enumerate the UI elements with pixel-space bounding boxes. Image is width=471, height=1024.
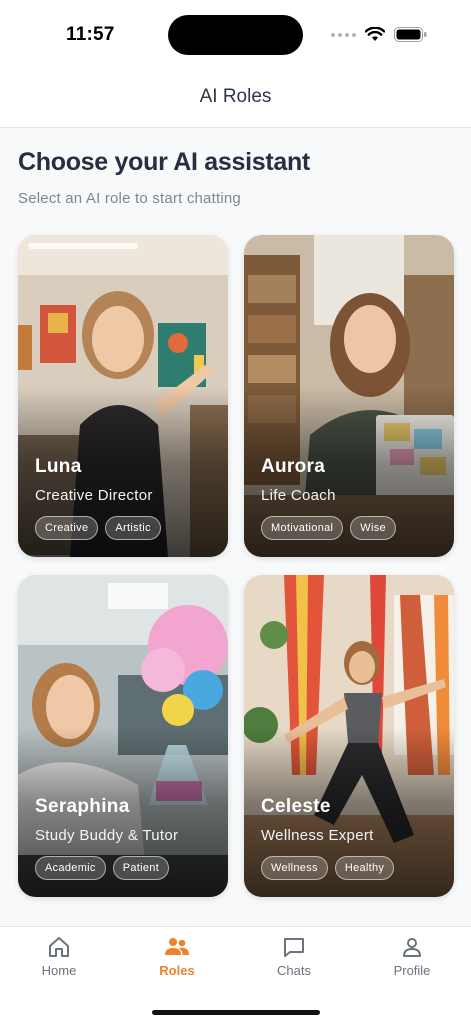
role-title: Creative Director [35, 487, 153, 504]
tab-bar: Home Roles Chats Profile [0, 926, 471, 1024]
tab-label: Chats [277, 963, 311, 978]
status-indicators [331, 27, 427, 42]
role-tags: Wellness Healthy [261, 856, 395, 880]
role-tag: Wise [350, 516, 396, 540]
page-title: Choose your AI assistant [18, 148, 310, 176]
page-header-title: AI Roles [199, 86, 272, 107]
role-name: Celeste [261, 796, 331, 817]
battery-icon [394, 27, 427, 42]
role-card-luna[interactable]: Luna Creative Director Creative Artistic [18, 235, 228, 557]
wifi-icon [365, 27, 385, 41]
role-tag: Motivational [261, 516, 344, 540]
tab-chats[interactable]: Chats [249, 935, 339, 978]
role-tag: Academic [35, 856, 106, 880]
role-tag: Artistic [105, 516, 161, 540]
home-indicator[interactable] [152, 1010, 320, 1015]
status-bar: 11:57 [0, 0, 471, 68]
home-icon [49, 937, 69, 957]
tab-label: Home [41, 963, 77, 978]
role-card-celeste[interactable]: Celeste Wellness Expert Wellness Healthy [244, 575, 454, 897]
role-tags: Creative Artistic [35, 516, 161, 540]
profile-icon [403, 938, 421, 957]
role-title: Life Coach [261, 487, 336, 504]
role-name: Seraphina [35, 796, 130, 817]
role-tag: Patient [112, 856, 170, 880]
status-time: 11:57 [66, 24, 115, 45]
chat-icon [284, 938, 304, 957]
role-card-aurora[interactable]: Aurora Life Coach Motivational Wise [244, 235, 454, 557]
tab-home[interactable]: Home [14, 935, 104, 978]
tab-label: Roles [159, 963, 195, 978]
role-name: Luna [35, 456, 82, 477]
role-name: Aurora [261, 456, 326, 477]
tab-label: Profile [393, 963, 431, 978]
role-title: Study Buddy & Tutor [35, 827, 179, 844]
role-card-seraphina[interactable]: Seraphina Study Buddy & Tutor Academic P… [18, 575, 228, 897]
tab-roles[interactable]: Roles [132, 935, 222, 978]
page-subtitle: Select an AI role to start chatting [18, 190, 241, 207]
role-tag: Wellness [261, 856, 328, 880]
signal-icon [331, 32, 356, 37]
role-tag: Healthy [334, 856, 395, 880]
dynamic-island [168, 15, 303, 55]
users-icon [165, 938, 189, 955]
role-tags: Motivational Wise [261, 516, 396, 540]
nav-header: AI Roles [0, 68, 471, 128]
main-content[interactable]: Choose your AI assistant Select an AI ro… [0, 128, 471, 926]
role-tags: Academic Patient [35, 856, 170, 880]
role-title: Wellness Expert [261, 827, 374, 844]
tab-profile[interactable]: Profile [367, 935, 457, 978]
role-tag: Creative [35, 516, 99, 540]
